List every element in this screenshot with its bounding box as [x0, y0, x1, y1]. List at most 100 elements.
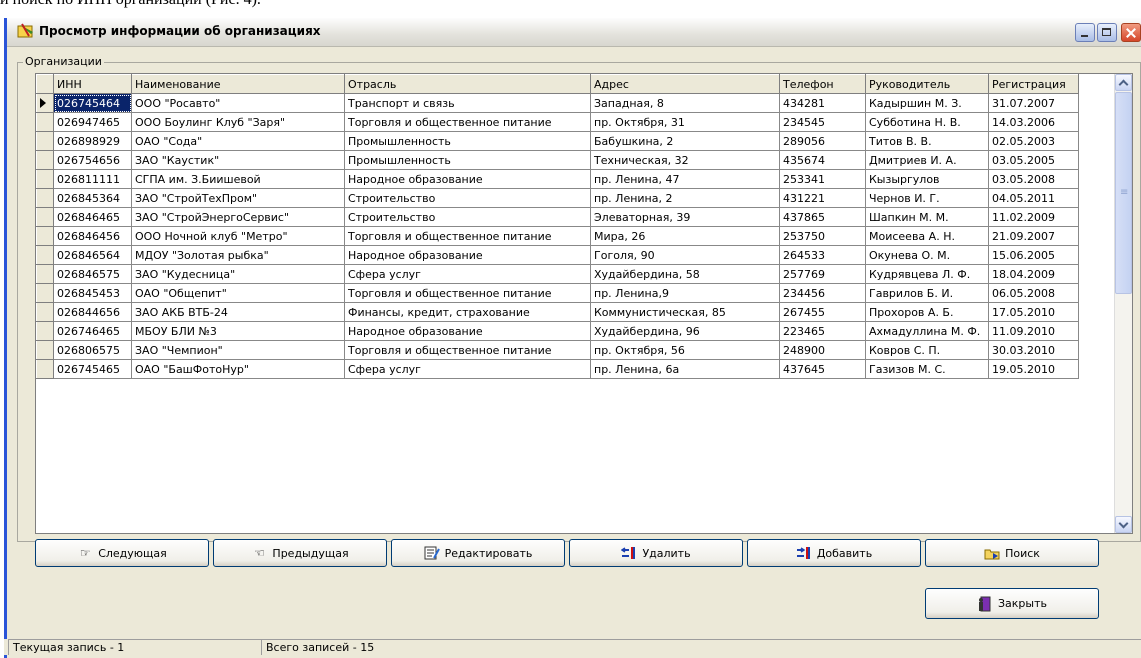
- table-cell[interactable]: 248900: [779, 340, 866, 360]
- table-cell[interactable]: Строительство: [344, 188, 591, 208]
- row-indicator[interactable]: [36, 359, 54, 379]
- scroll-up-button[interactable]: [1115, 74, 1132, 91]
- table-cell[interactable]: 253750: [779, 226, 866, 246]
- table-cell[interactable]: 06.05.2008: [988, 283, 1079, 303]
- table-cell[interactable]: Торговля и общественное питание: [344, 340, 591, 360]
- table-cell[interactable]: Кадыршин М. З.: [865, 93, 989, 113]
- organizations-grid[interactable]: ИНН Наименование Отрасль Адрес Телефон Руково…: [35, 73, 1133, 534]
- table-cell[interactable]: 026845364: [53, 188, 132, 208]
- table-cell[interactable]: Народное образование: [344, 321, 591, 341]
- table-cell[interactable]: 17.05.2010: [988, 302, 1079, 322]
- table-cell[interactable]: 026754656: [53, 150, 132, 170]
- table-cell[interactable]: ЗАО "СтройТехПром": [131, 188, 345, 208]
- delete-button[interactable]: Удалить: [569, 539, 743, 567]
- column-header[interactable]: Регистрация: [988, 74, 1079, 94]
- table-cell[interactable]: 026846575: [53, 264, 132, 284]
- row-indicator[interactable]: [36, 302, 54, 322]
- table-cell[interactable]: Чернов И. Г.: [865, 188, 989, 208]
- table-cell[interactable]: Элеваторная, 39: [590, 207, 780, 227]
- scroll-down-button[interactable]: [1115, 516, 1132, 533]
- table-cell[interactable]: 21.09.2007: [988, 226, 1079, 246]
- table-cell[interactable]: МБОУ БЛИ №3: [131, 321, 345, 341]
- table-cell[interactable]: Ахмадуллина М. Ф.: [865, 321, 989, 341]
- row-indicator[interactable]: [36, 131, 54, 151]
- table-cell[interactable]: 19.05.2010: [988, 359, 1079, 379]
- table-cell[interactable]: Ковров С. П.: [865, 340, 989, 360]
- table-cell[interactable]: ЗАО "Чемпион": [131, 340, 345, 360]
- table-cell[interactable]: 026846564: [53, 245, 132, 265]
- column-header[interactable]: Отрасль: [344, 74, 591, 94]
- table-cell[interactable]: Сфера услуг: [344, 264, 591, 284]
- table-cell[interactable]: Техническая, 32: [590, 150, 780, 170]
- table-cell[interactable]: пр. Ленина, 2: [590, 188, 780, 208]
- table-cell[interactable]: 026745465: [53, 359, 132, 379]
- table-cell[interactable]: 026745464: [53, 93, 132, 113]
- table-cell[interactable]: 30.03.2010: [988, 340, 1079, 360]
- table-cell[interactable]: 434281: [779, 93, 866, 113]
- table-cell[interactable]: Сфера услуг: [344, 359, 591, 379]
- table-cell[interactable]: СГПА им. З.Биишевой: [131, 169, 345, 189]
- table-row[interactable]: 026745464 ООО "Росавто" Транспорт и связь З…: [36, 93, 1079, 113]
- row-indicator[interactable]: [36, 150, 54, 170]
- table-cell[interactable]: 267455: [779, 302, 866, 322]
- table-cell[interactable]: Газизов М. С.: [865, 359, 989, 379]
- table-cell[interactable]: ОАО "Сода": [131, 131, 345, 151]
- previous-button[interactable]: ☜ Предыдущая: [213, 539, 387, 567]
- table-cell[interactable]: 026844656: [53, 302, 132, 322]
- table-cell[interactable]: 264533: [779, 245, 866, 265]
- table-cell[interactable]: Промышленность: [344, 131, 591, 151]
- row-indicator[interactable]: [36, 169, 54, 189]
- table-cell[interactable]: Народное образование: [344, 169, 591, 189]
- table-row[interactable]: 026845364 ЗАО "СтройТехПром" Строительство…: [36, 188, 1079, 208]
- table-cell[interactable]: Финансы, кредит, страхование: [344, 302, 591, 322]
- close-button[interactable]: Закрыть: [925, 588, 1099, 619]
- table-cell[interactable]: Бабушкина, 2: [590, 131, 780, 151]
- table-cell[interactable]: 431221: [779, 188, 866, 208]
- column-header[interactable]: Телефон: [779, 74, 866, 94]
- table-cell[interactable]: Мира, 26: [590, 226, 780, 246]
- grid-vertical-scrollbar[interactable]: [1114, 74, 1132, 533]
- table-cell[interactable]: Титов В. В.: [865, 131, 989, 151]
- table-cell[interactable]: Худайбердина, 96: [590, 321, 780, 341]
- table-row[interactable]: 026898929 ОАО "Сода" Промышленность Бабушки…: [36, 131, 1079, 151]
- table-cell[interactable]: Прохоров А. Б.: [865, 302, 989, 322]
- table-cell[interactable]: МДОУ "Золотая рыбка": [131, 245, 345, 265]
- table-cell[interactable]: Западная, 8: [590, 93, 780, 113]
- table-cell[interactable]: 289056: [779, 131, 866, 151]
- table-cell[interactable]: Транспорт и связь: [344, 93, 591, 113]
- table-cell[interactable]: Гаврилов Б. И.: [865, 283, 989, 303]
- table-cell[interactable]: 234456: [779, 283, 866, 303]
- table-cell[interactable]: 234545: [779, 112, 866, 132]
- table-row[interactable]: 026746465 МБОУ БЛИ №3 Народное образование…: [36, 321, 1079, 341]
- table-cell[interactable]: 437865: [779, 207, 866, 227]
- table-cell[interactable]: Субботина Н. В.: [865, 112, 989, 132]
- table-cell[interactable]: Торговля и общественное питание: [344, 112, 591, 132]
- row-indicator[interactable]: [36, 283, 54, 303]
- row-indicator[interactable]: [36, 226, 54, 246]
- row-indicator[interactable]: [36, 112, 54, 132]
- table-cell[interactable]: 435674: [779, 150, 866, 170]
- next-button[interactable]: ☞ Следующая: [35, 539, 209, 567]
- edit-button[interactable]: Редактировать: [391, 539, 565, 567]
- row-indicator[interactable]: [36, 245, 54, 265]
- table-cell[interactable]: 026947465: [53, 112, 132, 132]
- row-indicator[interactable]: [36, 340, 54, 360]
- table-cell[interactable]: 026845453: [53, 283, 132, 303]
- table-row[interactable]: 026844656 ЗАО АКБ ВТБ-24 Финансы, кредит, …: [36, 302, 1079, 322]
- table-cell[interactable]: ОАО "БашФотоНур": [131, 359, 345, 379]
- maximize-button[interactable]: [1097, 23, 1117, 42]
- table-row[interactable]: 026846575 ЗАО "Кудесница" Сфера услуг Худай…: [36, 264, 1079, 284]
- table-row[interactable]: 026811111 СГПА им. З.Биишевой Народное обр…: [36, 169, 1079, 189]
- row-indicator[interactable]: [36, 93, 54, 113]
- row-indicator[interactable]: [36, 264, 54, 284]
- table-cell[interactable]: 253341: [779, 169, 866, 189]
- table-cell[interactable]: Торговля и общественное питание: [344, 283, 591, 303]
- column-header[interactable]: Наименование: [131, 74, 345, 94]
- table-cell[interactable]: 03.05.2008: [988, 169, 1079, 189]
- table-cell[interactable]: ЗАО "Каустик": [131, 150, 345, 170]
- table-cell[interactable]: 026811111: [53, 169, 132, 189]
- table-cell[interactable]: Промышленность: [344, 150, 591, 170]
- add-button[interactable]: Добавить: [747, 539, 921, 567]
- table-cell[interactable]: 026898929: [53, 131, 132, 151]
- table-cell[interactable]: пр. Октября, 31: [590, 112, 780, 132]
